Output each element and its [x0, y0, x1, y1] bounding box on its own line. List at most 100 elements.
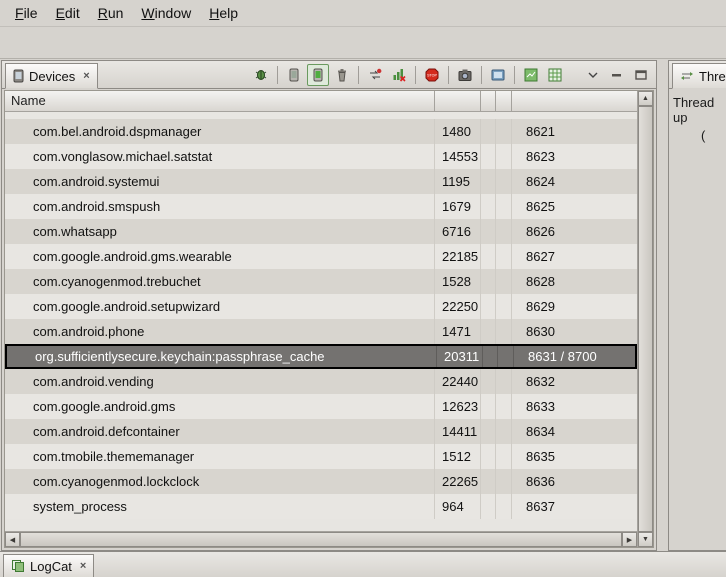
scroll-down-icon[interactable]: ▼	[638, 532, 653, 547]
horizontal-scrollbar[interactable]: ◀ ▶	[5, 531, 637, 547]
process-name-cell: com.tmobile.thememanager	[5, 444, 435, 469]
minimize-icon[interactable]	[606, 64, 628, 86]
process-pid-cell: 14553	[435, 144, 481, 169]
column-header-port[interactable]	[512, 91, 637, 112]
menu-bar: File Edit Run Window Help	[0, 0, 726, 27]
pixel-perfect-icon[interactable]	[544, 64, 566, 86]
update-threads-icon[interactable]	[364, 64, 386, 86]
process-pid-cell: 1528	[435, 269, 481, 294]
horizontal-scrollbar-thumb[interactable]	[20, 532, 622, 547]
menu-edit[interactable]: Edit	[47, 1, 89, 25]
table-row[interactable]: com.google.android.setupwizard 22250 862…	[5, 294, 637, 319]
process-name-cell: com.vonglasow.michael.satstat	[5, 144, 435, 169]
process-table: Name com.bel.android.dspmanager 1480 862…	[4, 90, 654, 548]
process-port-cell: 8628	[512, 269, 637, 294]
vertical-scrollbar[interactable]: ▲ ▼	[637, 91, 653, 547]
toolbar-separator	[277, 66, 278, 84]
column-header-pid[interactable]	[435, 91, 481, 112]
process-pid-cell: 964	[435, 494, 481, 519]
debug-process-icon[interactable]	[250, 64, 272, 86]
tab-logcat-label: LogCat	[30, 559, 72, 574]
process-port-cell: 8636	[512, 469, 637, 494]
table-row[interactable]: com.google.android.gms.wearable 22185 86…	[5, 244, 637, 269]
table-row[interactable]: com.android.phone 1471 8630	[5, 319, 637, 344]
table-row[interactable]: com.bel.android.dspmanager 1480 8621	[5, 119, 637, 144]
close-icon[interactable]: ×	[80, 560, 86, 572]
process-port-cell: 8625	[512, 194, 637, 219]
scroll-left-icon[interactable]: ◀	[5, 532, 20, 547]
table-row[interactable]: com.android.smspush 1679 8625	[5, 194, 637, 219]
column-header-blank2[interactable]	[496, 91, 512, 112]
cause-gc-icon[interactable]	[331, 64, 353, 86]
systrace-icon[interactable]	[520, 64, 542, 86]
partial-row	[5, 112, 637, 119]
process-name-cell: com.android.defcontainer	[5, 419, 435, 444]
table-row[interactable]: com.android.vending 22440 8632	[5, 369, 637, 394]
tab-logcat[interactable]: LogCat ×	[3, 554, 94, 577]
tab-threads[interactable]: Threads	[672, 63, 726, 89]
vertical-scrollbar-thumb[interactable]	[638, 106, 653, 532]
column-header-name[interactable]: Name	[5, 91, 435, 112]
process-pid-cell: 22440	[435, 369, 481, 394]
threads-message-line1: Thread up	[673, 95, 726, 125]
table-row[interactable]: com.whatsapp 6716 8626	[5, 219, 637, 244]
process-name-cell: com.android.vending	[5, 369, 435, 394]
menu-help[interactable]: Help	[200, 1, 247, 25]
process-pid-cell: 1195	[435, 169, 481, 194]
blank-cell	[496, 119, 512, 144]
process-pid-cell: 1512	[435, 444, 481, 469]
threads-message-line2: (	[701, 128, 726, 143]
blank-cell	[481, 294, 496, 319]
toolbar-separator	[415, 66, 416, 84]
blank-cell	[496, 469, 512, 494]
update-heap-icon[interactable]	[283, 64, 305, 86]
blank-cell	[496, 219, 512, 244]
table-row[interactable]: com.android.defcontainer 14411 8634	[5, 419, 637, 444]
blank-cell	[481, 144, 496, 169]
table-row[interactable]: com.cyanogenmod.lockclock 22265 8636	[5, 469, 637, 494]
process-name-cell: com.google.android.gms	[5, 394, 435, 419]
process-list: com.bel.android.dspmanager 1480 8621 com…	[5, 112, 637, 531]
svg-text:STOP: STOP	[427, 74, 437, 78]
table-row[interactable]: system_process 964 8637	[5, 494, 637, 519]
table-row[interactable]: com.cyanogenmod.trebuchet 1528 8628	[5, 269, 637, 294]
blank-cell	[496, 294, 512, 319]
device-icon	[13, 69, 24, 83]
process-port-cell: 8626	[512, 219, 637, 244]
process-port-cell: 8632	[512, 369, 637, 394]
column-header-blank1[interactable]	[481, 91, 496, 112]
table-row[interactable]: com.google.android.gms 12623 8633	[5, 394, 637, 419]
process-pid-cell: 14411	[435, 419, 481, 444]
toolbar-separator	[514, 66, 515, 84]
process-name-cell: com.google.android.gms.wearable	[5, 244, 435, 269]
menu-run[interactable]: Run	[89, 1, 133, 25]
process-port-cell: 8621	[512, 119, 637, 144]
stop-process-icon[interactable]: STOP	[421, 64, 443, 86]
threads-message: Thread up (	[669, 89, 726, 143]
scroll-up-icon[interactable]: ▲	[638, 91, 653, 106]
table-row[interactable]: com.tmobile.thememanager 1512 8635	[5, 444, 637, 469]
close-icon[interactable]: ×	[83, 70, 89, 82]
start-method-profiling-icon[interactable]	[388, 64, 410, 86]
menu-window[interactable]: Window	[132, 1, 200, 25]
dump-hprof-icon[interactable]	[307, 64, 329, 86]
view-menu-icon[interactable]	[582, 64, 604, 86]
blank-cell	[496, 494, 512, 519]
blank-cell	[481, 244, 496, 269]
process-name-cell: com.cyanogenmod.trebuchet	[5, 269, 435, 294]
table-row[interactable]: org.sufficientlysecure.keychain:passphra…	[5, 344, 637, 369]
process-name-cell: com.android.smspush	[5, 194, 435, 219]
blank-cell	[481, 194, 496, 219]
menu-file[interactable]: File	[6, 1, 47, 25]
process-port-cell: 8627	[512, 244, 637, 269]
tab-devices[interactable]: Devices ×	[5, 63, 98, 89]
scroll-right-icon[interactable]: ▶	[622, 532, 637, 547]
process-port-cell: 8623	[512, 144, 637, 169]
blank-cell	[481, 419, 496, 444]
dump-view-hierarchy-icon[interactable]	[487, 64, 509, 86]
screen-capture-icon[interactable]	[454, 64, 476, 86]
maximize-icon[interactable]	[630, 64, 652, 86]
table-row[interactable]: com.android.systemui 1195 8624	[5, 169, 637, 194]
process-port-cell: 8635	[512, 444, 637, 469]
table-row[interactable]: com.vonglasow.michael.satstat 14553 8623	[5, 144, 637, 169]
